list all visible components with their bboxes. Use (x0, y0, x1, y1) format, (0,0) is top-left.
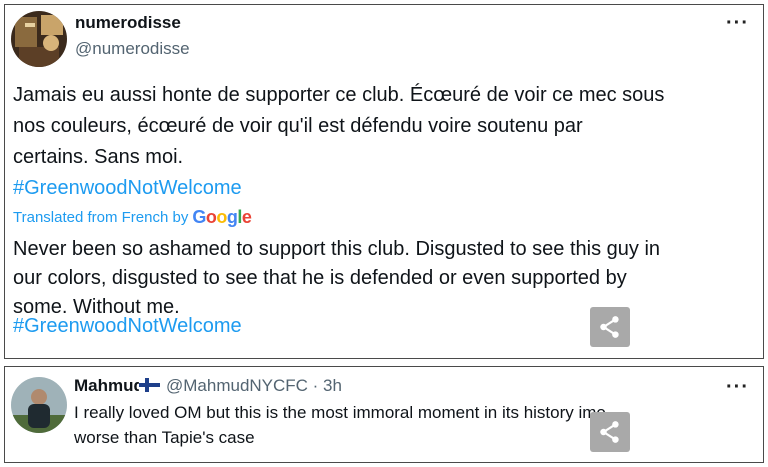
share-icon[interactable] (590, 412, 630, 452)
tweet-original-text: Jamais eu aussi honte de supporter ce cl… (13, 80, 763, 173)
translation-attribution[interactable]: Translated from French by Google (13, 207, 252, 228)
tweet-line: I really loved OM but this is the most i… (74, 403, 611, 422)
display-name[interactable]: Mahmud (74, 376, 144, 396)
user-handle[interactable]: @numerodisse (75, 39, 190, 59)
more-options-icon[interactable]: ··· (726, 377, 749, 397)
tweet-line: worse than Tapie's case (74, 428, 255, 447)
tweet-card-mahmud: Mahmud @MahmudNYCFC · 3h ··· I really lo… (4, 366, 764, 463)
share-icon[interactable] (590, 307, 630, 347)
tweet-translation-text: Never been so ashamed to support this cl… (13, 235, 765, 322)
original-line: nos couleurs, écœuré de voir qu'il est d… (13, 115, 583, 137)
user-handle-timestamp[interactable]: @MahmudNYCFC · 3h (166, 376, 342, 396)
finland-flag-icon (139, 378, 160, 392)
more-options-icon[interactable]: ··· (726, 13, 749, 33)
google-logo: Google (192, 207, 252, 227)
display-name[interactable]: numerodisse (75, 13, 181, 33)
translation-hashtag-link[interactable]: #GreenwoodNotWelcome (13, 315, 242, 338)
avatar[interactable] (11, 11, 67, 67)
tweet-card-numerodisse: numerodisse @numerodisse ··· Jamais eu a… (4, 4, 764, 359)
tweet-text: I really loved OM but this is the most i… (74, 400, 754, 450)
avatar[interactable] (11, 377, 67, 433)
translation-line: Never been so ashamed to support this cl… (13, 238, 661, 260)
translated-label: Translated from French by (13, 209, 189, 226)
translation-line: our colors, disgusted to see that he is … (13, 267, 627, 289)
original-line: certains. Sans moi. (13, 146, 184, 168)
hashtag-link[interactable]: #GreenwoodNotWelcome (13, 177, 242, 200)
original-line: Jamais eu aussi honte de supporter ce cl… (13, 84, 665, 106)
